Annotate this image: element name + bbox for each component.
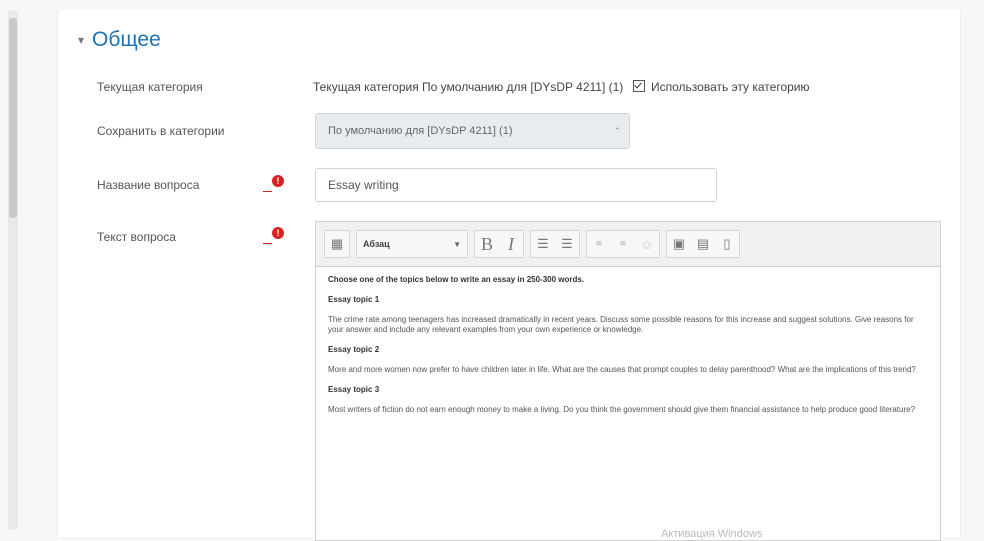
toolbar-toggle-icon[interactable]: ▦ (325, 231, 349, 257)
manage-files-icon[interactable]: ▯ (715, 231, 739, 257)
chevron-down-icon: ▼ (453, 239, 461, 249)
save-category-select[interactable]: По умолчанию для [DYsDP 4211] (1) ⌃ (315, 113, 630, 149)
current-category-value: Текущая категория По умолчанию для [DYsD… (313, 80, 624, 94)
question-name-input[interactable]: Essay writing (315, 168, 717, 202)
italic-icon[interactable]: I (499, 231, 523, 257)
use-category-checkbox-label[interactable]: Использовать эту категорию (651, 80, 810, 94)
unlink-icon[interactable]: ⚭ (611, 231, 635, 257)
toolbar-group-toggle: ▦ (324, 230, 350, 258)
link-icon[interactable]: ⚭ (587, 231, 611, 257)
current-category-row: Текущая категория По умолчанию для [DYsD… (313, 80, 810, 94)
unordered-list-icon[interactable]: ☰ (531, 231, 555, 257)
chevron-down-icon: ▾ (78, 33, 85, 47)
topic2-text: More and more women now prefer to have c… (328, 365, 916, 374)
toolbar-group-lists: ☰ ☰ (530, 230, 580, 258)
essay-intro: Choose one of the topics below to write … (328, 275, 585, 284)
question-text-editor: ▦ Абзац ▼ B I ☰ ☰ ⚭ ⚭ ☺ ▣ ▤ ▯ Choose one… (315, 221, 941, 541)
page-scrollbar[interactable] (8, 10, 18, 530)
required-underline (263, 243, 272, 244)
exclamation-icon[interactable]: ! (272, 227, 284, 239)
topic3-text: Most writers of fiction do not earn enou… (328, 405, 915, 414)
save-category-selected: По умолчанию для [DYsDP 4211] (1) (328, 125, 513, 137)
toolbar-group-style: Абзац ▼ (356, 230, 468, 258)
section-toggle[interactable]: ▾ Общее (78, 28, 161, 52)
paragraph-style-label: Абзац (363, 239, 390, 249)
topic1-text: The crime rate among teenagers has incre… (328, 315, 914, 334)
scrollbar-thumb[interactable] (9, 18, 17, 218)
toolbar-group-format: B I (474, 230, 524, 258)
save-category-label: Сохранить в категории (97, 124, 225, 138)
toolbar-group-links: ⚭ ⚭ ☺ (586, 230, 660, 258)
select-arrow-icon: ⌃ (613, 126, 621, 136)
editor-toolbar: ▦ Абзац ▼ B I ☰ ☰ ⚭ ⚭ ☺ ▣ ▤ ▯ (316, 222, 940, 267)
question-name-label: Название вопроса (97, 178, 200, 192)
paragraph-style-select[interactable]: Абзац ▼ (357, 231, 467, 257)
editor-content[interactable]: Choose one of the topics below to write … (316, 267, 940, 415)
current-category-label: Текущая категория (97, 80, 203, 94)
question-text-label: Текст вопроса (97, 230, 176, 244)
required-underline (263, 191, 272, 192)
image-icon[interactable]: ▣ (667, 231, 691, 257)
topic3-title: Essay topic 3 (328, 385, 380, 394)
exclamation-icon[interactable]: ! (272, 175, 284, 187)
section-title: Общее (92, 28, 161, 51)
toolbar-group-media: ▣ ▤ ▯ (666, 230, 740, 258)
topic2-title: Essay topic 2 (328, 345, 380, 354)
bold-icon[interactable]: B (475, 231, 499, 257)
windows-activation-watermark: Активация Windows (661, 528, 763, 540)
ordered-list-icon[interactable]: ☰ (555, 231, 579, 257)
media-icon[interactable]: ▤ (691, 231, 715, 257)
topic1-title: Essay topic 1 (328, 295, 380, 304)
emoticon-icon[interactable]: ☺ (635, 231, 659, 257)
use-category-checkbox[interactable] (632, 80, 645, 92)
